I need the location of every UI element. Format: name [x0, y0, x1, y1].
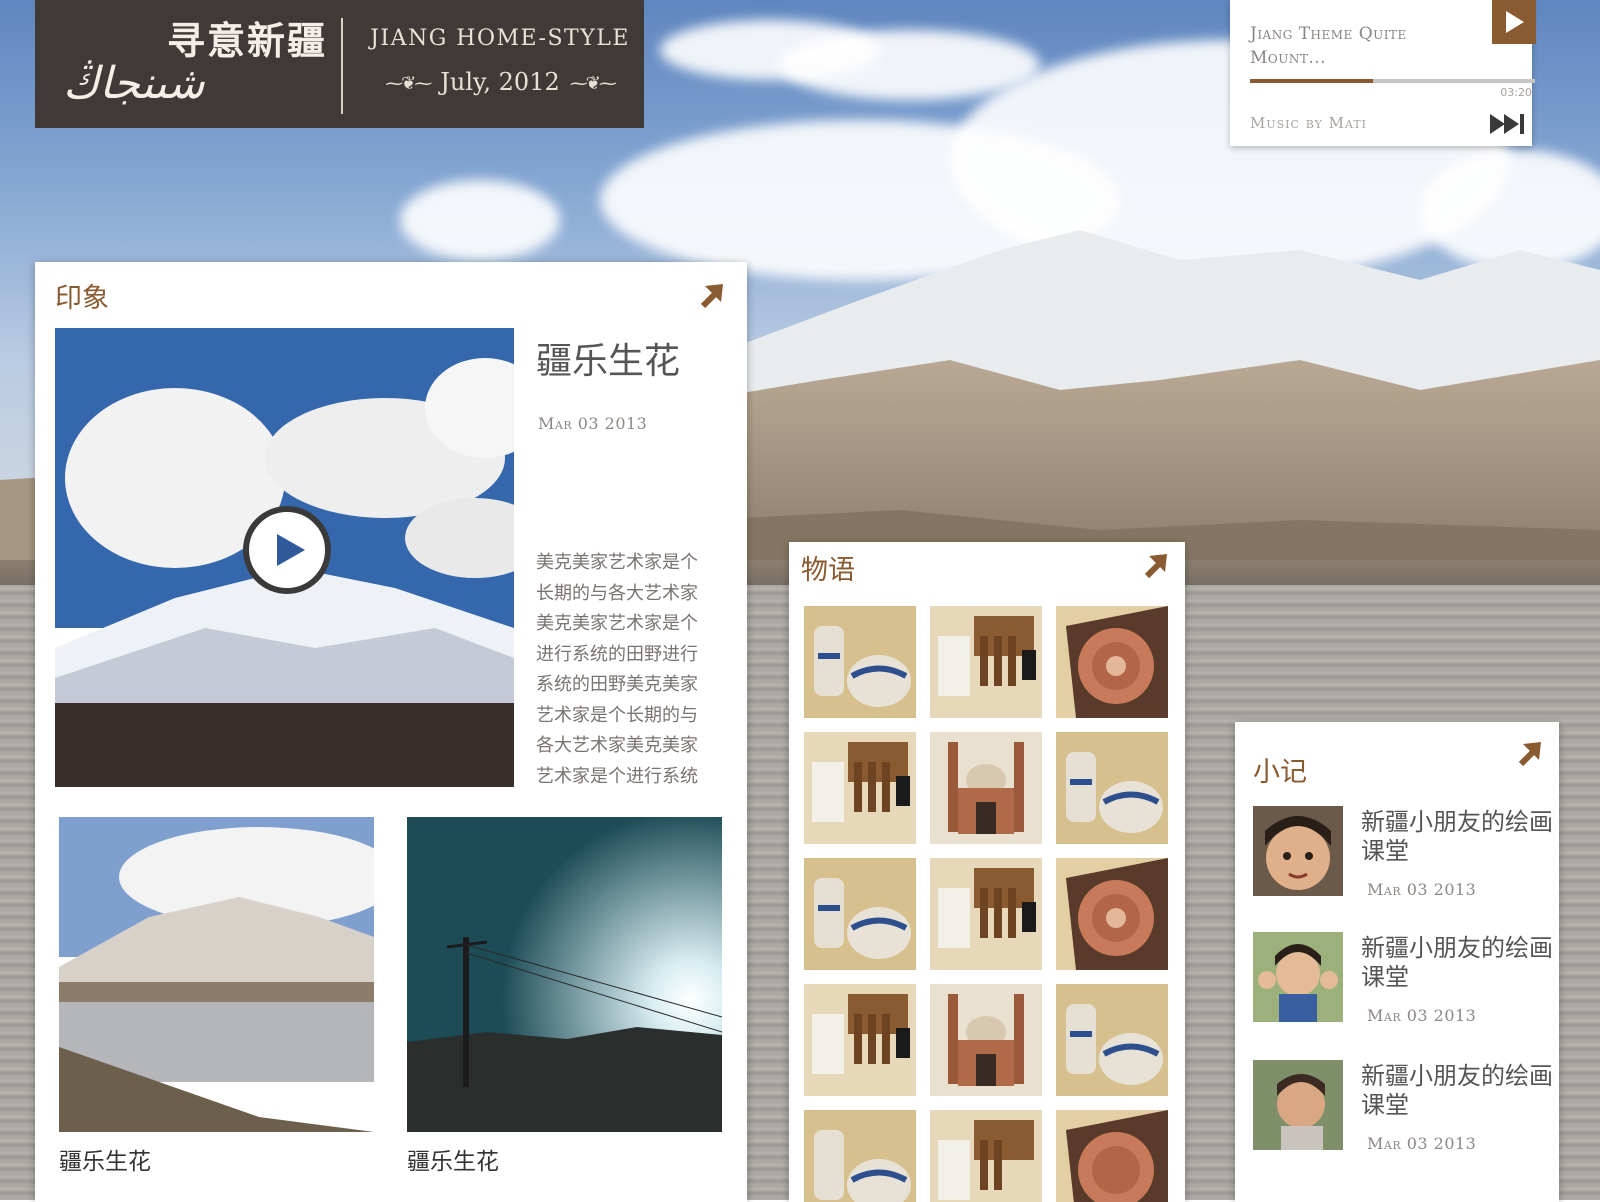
ornament-right-icon: ⁓❦⁓	[569, 73, 617, 94]
excerpt-line: 艺术家是个进行系统	[536, 765, 698, 787]
pottery-image	[1056, 984, 1168, 1096]
child-photo	[1253, 932, 1343, 1022]
pottery-image	[1056, 732, 1168, 844]
progress-fill	[1250, 79, 1373, 83]
play-button[interactable]	[1492, 0, 1536, 44]
note-date: Mar 03 2013	[1367, 1006, 1477, 1025]
mosque-model-image	[930, 732, 1042, 844]
music-credit: Music by Mati	[1250, 114, 1367, 132]
carved-plate-image	[1056, 606, 1168, 718]
pottery-image	[804, 858, 916, 970]
note-date: Mar 03 2013	[1367, 880, 1477, 899]
pottery-image	[804, 606, 916, 718]
child-photo	[1253, 806, 1343, 896]
site-title: Jiang Home-Style	[370, 26, 630, 51]
mosque-tile[interactable]	[930, 984, 1042, 1096]
stories-heading: 物语	[801, 555, 855, 586]
stamps-tile[interactable]	[804, 984, 916, 1096]
issue-date-text: July, 2012	[440, 68, 560, 96]
child-portrait-image	[1253, 1060, 1343, 1150]
carved-plate-image	[1056, 1110, 1168, 1202]
arrow-up-right-icon[interactable]	[1141, 552, 1169, 580]
stories-card: 物语	[789, 542, 1185, 1202]
excerpt-line: 长期的与各大艺术家	[536, 582, 698, 604]
excerpt-line: 艺术家是个长期的与	[536, 704, 698, 726]
child-photo	[1253, 1060, 1343, 1150]
music-player: Jiang Theme Quite Mount... 03:20 Music b…	[1230, 0, 1536, 146]
feature-date: Mar 03 2013	[538, 414, 648, 433]
video-play-button[interactable]	[243, 506, 331, 594]
stamps-tile[interactable]	[930, 858, 1042, 970]
note-item[interactable]: 新疆小朋友的绘画课堂 Mar 03 2013	[1253, 1060, 1553, 1170]
stamps-tile[interactable]	[930, 606, 1042, 718]
child-face-image	[1253, 806, 1343, 896]
impression-card: 印象 疆乐生花 Mar 03 2013 美克美家艺术家是个 长期的与各大艺术家 …	[35, 262, 747, 1202]
thumbnail-caption[interactable]: 疆乐生花	[59, 1142, 151, 1176]
progress-bar[interactable]	[1250, 79, 1535, 83]
feature-excerpt: 美克美家艺术家是个 长期的与各大艺术家 美克美家艺术家是个 进行系统的田野进行 …	[536, 548, 726, 792]
stamps-tile[interactable]	[930, 1110, 1042, 1202]
plate-tile[interactable]	[1056, 858, 1168, 970]
stamps-image	[804, 984, 916, 1096]
featured-video-thumbnail[interactable]	[55, 328, 514, 787]
excerpt-line: 各大艺术家美克美家	[536, 735, 698, 756]
sunset-photo-thumbnail[interactable]	[407, 817, 722, 1132]
issue-date: ⁓❦⁓ July, 2012 ⁓❦⁓	[355, 68, 645, 96]
plate-tile[interactable]	[1056, 1110, 1168, 1202]
logo-chinese: 寻意新疆	[167, 18, 328, 63]
excerpt-line: 进行系统的田野进行	[536, 643, 698, 665]
feature-title[interactable]: 疆乐生花	[536, 332, 680, 384]
header-divider	[341, 18, 343, 114]
note-title[interactable]: 新疆小朋友的绘画课堂	[1361, 1062, 1559, 1120]
note-date: Mar 03 2013	[1367, 1134, 1477, 1153]
impression-heading: 印象	[55, 283, 109, 314]
thumbnail-caption[interactable]: 疆乐生花	[407, 1142, 499, 1176]
note-title[interactable]: 新疆小朋友的绘画课堂	[1361, 934, 1559, 992]
pottery-tile[interactable]	[804, 1110, 916, 1202]
excerpt-line: 美克美家艺术家是个	[536, 613, 698, 634]
skip-next-icon	[1490, 114, 1524, 134]
plate-tile[interactable]	[1056, 606, 1168, 718]
pottery-tile[interactable]	[1056, 984, 1168, 1096]
pottery-tile[interactable]	[804, 858, 916, 970]
excerpt-line: 系统的田野美克美家	[536, 674, 698, 695]
mosque-tile[interactable]	[930, 732, 1042, 844]
pottery-tile[interactable]	[1056, 732, 1168, 844]
logo-script: شىنجاڭ	[63, 58, 205, 109]
note-title[interactable]: 新疆小朋友的绘画课堂	[1361, 808, 1559, 866]
play-icon	[277, 534, 305, 566]
stamps-image	[930, 1110, 1042, 1202]
lake-image	[59, 817, 374, 1132]
arrow-up-right-icon[interactable]	[1515, 740, 1543, 768]
track-title: Jiang Theme Quite Mount...	[1250, 24, 1407, 68]
note-item[interactable]: 新疆小朋友的绘画课堂 Mar 03 2013	[1253, 806, 1553, 916]
site-header: شىنجاڭ 寻意新疆 Jiang Home-Style ⁓❦⁓ July, 20…	[35, 0, 644, 128]
stamps-image	[930, 606, 1042, 718]
stamps-tile[interactable]	[804, 732, 916, 844]
excerpt-line: 美克美家艺术家是个	[536, 552, 698, 573]
pottery-image	[804, 1110, 916, 1202]
pottery-tile[interactable]	[804, 606, 916, 718]
arrow-up-right-icon[interactable]	[697, 282, 725, 310]
stamps-image	[804, 732, 916, 844]
ornament-left-icon: ⁓❦⁓	[385, 73, 432, 94]
mosque-model-image	[930, 984, 1042, 1096]
carved-plate-image	[1056, 858, 1168, 970]
track-time: 03:20	[1500, 86, 1532, 99]
next-track-button[interactable]	[1490, 114, 1526, 138]
child-waving-image	[1253, 932, 1343, 1022]
play-icon	[1506, 11, 1524, 33]
note-item[interactable]: 新疆小朋友的绘画课堂 Mar 03 2013	[1253, 932, 1553, 1042]
stamps-image	[930, 858, 1042, 970]
site-logo[interactable]: شىنجاڭ 寻意新疆	[57, 14, 327, 114]
lake-photo-thumbnail[interactable]	[59, 817, 374, 1132]
sunset-pole-image	[407, 817, 722, 1132]
notes-heading: 小记	[1253, 757, 1307, 788]
notes-card: 小记 新疆小朋友的绘画课堂 Mar 03 2013 新疆小朋友的绘画课堂 Mar…	[1235, 722, 1559, 1202]
